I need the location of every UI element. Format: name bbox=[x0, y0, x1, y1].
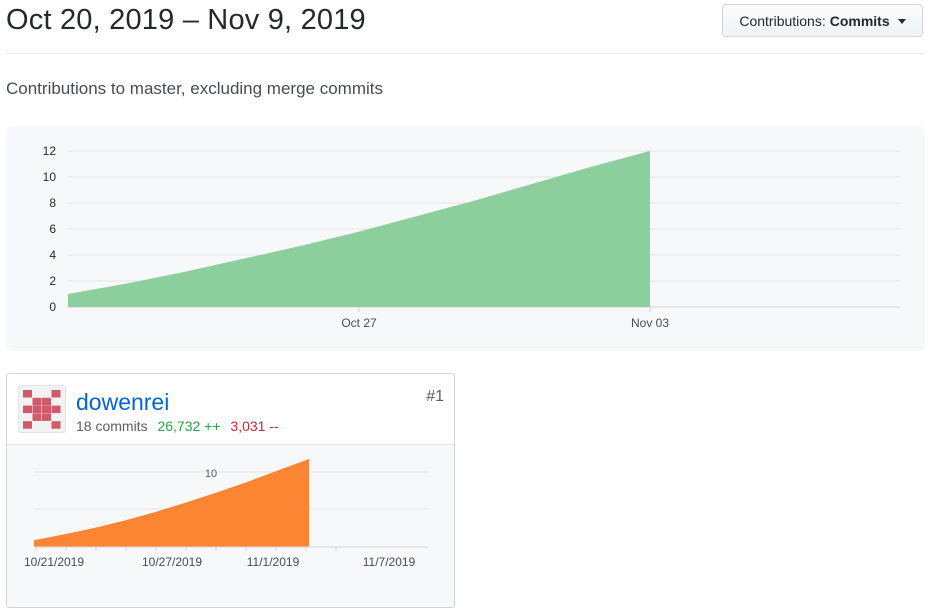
x-tick-label: 10/21/2019 bbox=[24, 555, 84, 569]
additions-count: 26,732 ++ bbox=[157, 418, 221, 434]
avatar[interactable] bbox=[18, 385, 66, 433]
identicon-cell bbox=[51, 405, 61, 414]
identicon-cell bbox=[23, 390, 32, 398]
y-tick-label: 10 bbox=[43, 170, 57, 184]
contributions-label: Contributions: bbox=[739, 12, 826, 29]
contributor-header: dowenrei 18 commits 26,732 ++ 3,031 -- #… bbox=[7, 374, 454, 444]
contributor-username-link[interactable]: dowenrei bbox=[76, 389, 169, 416]
contributions-type-dropdown[interactable]: Contributions: Commits bbox=[722, 4, 923, 37]
identicon-cell bbox=[51, 390, 61, 398]
caret-down-icon bbox=[897, 19, 906, 24]
y-tick-label: 8 bbox=[49, 196, 56, 210]
y-tick-label: 12 bbox=[43, 144, 57, 158]
contributor-rank: #1 bbox=[426, 388, 444, 405]
header-divider bbox=[6, 53, 924, 54]
contributor-card: dowenrei 18 commits 26,732 ++ 3,031 -- #… bbox=[6, 373, 455, 608]
contributor-chart: 10 10/21/2019 10/27/2019 11/1/2019 11/7/2019 bbox=[7, 444, 454, 607]
x-tick-label: 10/27/2019 bbox=[142, 555, 202, 569]
contributor-stats: 18 commits 26,732 ++ 3,031 -- bbox=[76, 418, 279, 434]
identicon-cell bbox=[51, 421, 61, 429]
x-tick-label: Nov 03 bbox=[631, 316, 669, 330]
chart-subtitle: Contributions to master, excluding merge… bbox=[6, 79, 383, 98]
y-tick-label: 2 bbox=[49, 274, 56, 288]
y-tick-label: 6 bbox=[49, 222, 56, 236]
identicon-cell bbox=[42, 405, 51, 414]
page-title: Oct 20, 2019 – Nov 9, 2019 bbox=[6, 4, 366, 36]
overall-chart-svg: 0 2 4 6 8 10 12 Oct 27 Nov 03 bbox=[43, 144, 900, 330]
x-tick-label: 11/7/2019 bbox=[363, 555, 416, 569]
contributor-chart-svg: 10 10/21/2019 10/27/2019 11/1/2019 11/7/2019 bbox=[24, 459, 428, 569]
identicon-cell bbox=[23, 405, 32, 414]
identicon-cell bbox=[32, 397, 42, 406]
contributions-selected-value: Commits bbox=[829, 12, 890, 29]
identicon-cell bbox=[32, 413, 42, 421]
commit-count: 18 commits bbox=[76, 418, 148, 434]
x-tick-label: Oct 27 bbox=[341, 316, 377, 330]
deletions-count: 3,031 -- bbox=[230, 418, 279, 434]
identicon-cell bbox=[32, 405, 42, 414]
identicon-icon bbox=[23, 390, 61, 429]
identicon-cell bbox=[42, 397, 51, 406]
y-tick-label: 0 bbox=[49, 300, 56, 314]
y-tick-label: 10 bbox=[205, 468, 217, 480]
x-tick-label: 11/1/2019 bbox=[247, 555, 300, 569]
y-tick-label: 4 bbox=[49, 248, 56, 262]
overall-contributions-chart: 0 2 4 6 8 10 12 Oct 27 Nov 03 bbox=[6, 126, 925, 351]
identicon-cell bbox=[42, 413, 51, 421]
identicon-cell bbox=[23, 421, 32, 429]
